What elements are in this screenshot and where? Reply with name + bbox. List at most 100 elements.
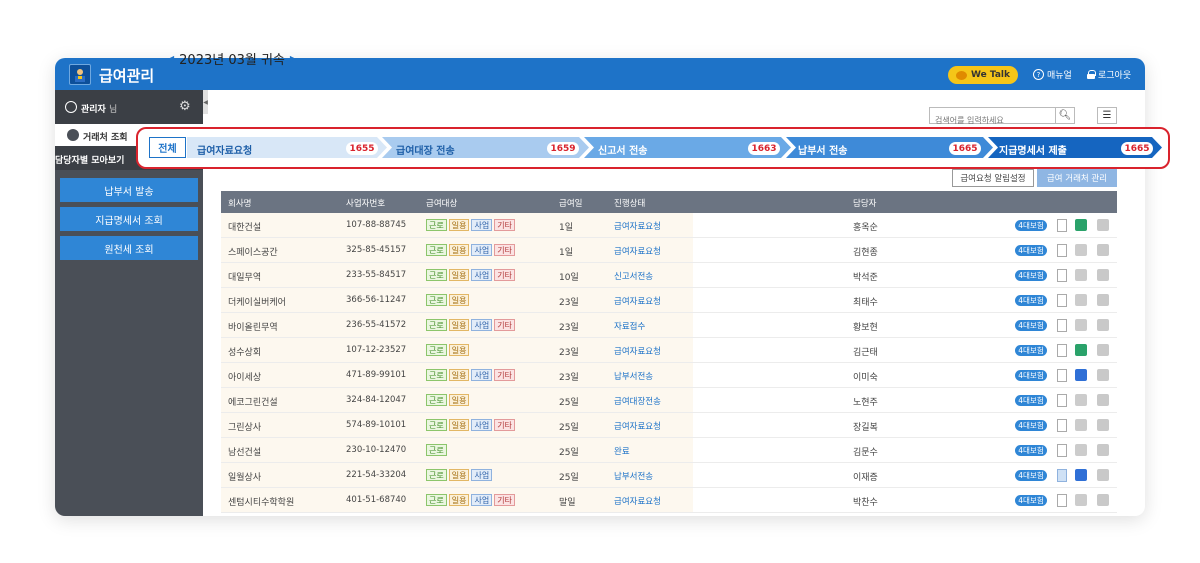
company-name[interactable]: 바이올린무역	[228, 320, 278, 333]
insurance-badge[interactable]: 4대보험	[1015, 245, 1047, 256]
status-link[interactable]: 신고서전송	[614, 270, 653, 282]
chat-icon[interactable]	[1097, 344, 1109, 356]
company-name[interactable]: 성수상회	[228, 345, 261, 358]
prev-period-icon[interactable]: ◀	[168, 54, 174, 63]
list-view-icon[interactable]: ☰	[1097, 107, 1117, 124]
gear-icon[interactable]: ⚙	[179, 99, 191, 114]
chat-icon[interactable]	[1097, 444, 1109, 456]
document-icon[interactable]	[1057, 394, 1067, 407]
company-name[interactable]: 에코그린건설	[228, 395, 278, 408]
chat-icon[interactable]	[1097, 494, 1109, 506]
insurance-badge[interactable]: 4대보험	[1015, 445, 1047, 456]
app-status-icon[interactable]	[1075, 469, 1087, 481]
company-name[interactable]: 스페이스공간	[228, 245, 278, 258]
status-link[interactable]: 급여대장전송	[614, 395, 661, 407]
chat-icon[interactable]	[1097, 469, 1109, 481]
company-name[interactable]: 일월상사	[228, 470, 261, 483]
search-input[interactable]	[930, 113, 1054, 128]
app-status-icon[interactable]	[1075, 319, 1087, 331]
status-link[interactable]: 급여자료요청	[614, 420, 661, 432]
status-link[interactable]: 완료	[614, 445, 630, 457]
notify-settings-button[interactable]: 급여요청 알림설정	[952, 169, 1034, 187]
chat-icon[interactable]	[1097, 244, 1109, 256]
filter-all-button[interactable]: 전체	[149, 137, 186, 158]
table-row[interactable]: 성수상회 107-12-23527 근로 일용 23일 급여자료요청 김근태 4대보험	[221, 338, 1117, 363]
table-row[interactable]: 대일무역 233-55-84517 근로 일용 사업 기타 10일 신고서전송 박석준 4대보험	[221, 263, 1117, 288]
app-status-icon[interactable]	[1075, 219, 1087, 231]
next-period-icon[interactable]: ▶	[290, 54, 296, 63]
manual-link[interactable]: ? 매뉴얼	[1033, 68, 1072, 81]
app-status-icon[interactable]	[1075, 444, 1087, 456]
table-row[interactable]: 그린상사 574-89-10101 근로 일용 사업 기타 25일 급여자료요청 장길복 4대보험	[221, 413, 1117, 438]
chat-icon[interactable]	[1097, 269, 1109, 281]
table-row[interactable]: 더케이실버케어 366-56-11247 근로 일용 23일 급여자료요청 최태수 4대보험	[221, 288, 1117, 313]
table-row[interactable]: 에코그린건설 324-84-12047 근로 일용 25일 급여대장전송 노현주 4대보험	[221, 388, 1117, 413]
insurance-badge[interactable]: 4대보험	[1015, 470, 1047, 481]
document-icon[interactable]	[1057, 294, 1067, 307]
document-icon[interactable]	[1057, 494, 1067, 507]
company-name[interactable]: 대일무역	[228, 270, 261, 283]
document-icon[interactable]	[1057, 219, 1067, 232]
search-icon[interactable]: 🔍︎	[1055, 108, 1074, 123]
company-name[interactable]: 남선건설	[228, 445, 261, 458]
payment-statement-button[interactable]: 지급명세서 조회	[60, 207, 198, 231]
table-row[interactable]: 남선건설 230-10-12470 근로 25일 완료 김문수 4대보험	[221, 438, 1117, 463]
wetalk-button[interactable]: We Talk	[948, 66, 1018, 84]
insurance-badge[interactable]: 4대보험	[1015, 320, 1047, 331]
table-row[interactable]: 바이올린무역 236-55-41572 근로 일용 사업 기타 23일 자료접수 황보현 4대보험	[221, 313, 1117, 338]
company-name[interactable]: 더케이실버케어	[228, 295, 286, 308]
logout-link[interactable]: 로그아웃	[1087, 68, 1131, 81]
status-link[interactable]: 자료접수	[614, 320, 645, 332]
chat-icon[interactable]	[1097, 319, 1109, 331]
chat-icon[interactable]	[1097, 369, 1109, 381]
insurance-badge[interactable]: 4대보험	[1015, 370, 1047, 381]
chat-icon[interactable]	[1097, 419, 1109, 431]
status-link[interactable]: 납부서전송	[614, 370, 653, 382]
chat-icon[interactable]	[1097, 219, 1109, 231]
status-link[interactable]: 납부서전송	[614, 470, 653, 482]
status-link[interactable]: 급여자료요청	[614, 345, 661, 357]
company-name[interactable]: 아이세상	[228, 370, 261, 383]
chat-icon[interactable]	[1097, 394, 1109, 406]
insurance-badge[interactable]: 4대보험	[1015, 270, 1047, 281]
document-icon[interactable]	[1057, 269, 1067, 282]
table-row[interactable]: 센텀시티수학학원 401-51-68740 근로 일용 사업 기타 말일 급여자료요청 박찬수 4…	[221, 488, 1117, 513]
client-manage-button[interactable]: 급여 거래처 관리	[1037, 169, 1117, 187]
chat-icon[interactable]	[1097, 294, 1109, 306]
table-row[interactable]: 일월상사 221-54-33204 근로 일용 사업 25일 납부서전송 이재증 4대보험	[221, 463, 1117, 488]
document-icon[interactable]	[1057, 419, 1067, 432]
insurance-badge[interactable]: 4대보험	[1015, 345, 1047, 356]
document-icon[interactable]	[1057, 319, 1067, 332]
table-row[interactable]: 대한건설 107-88-88745 근로 일용 사업 기타 1일 급여자료요청 홍옥순 4대보험	[221, 213, 1117, 238]
insurance-badge[interactable]: 4대보험	[1015, 295, 1047, 306]
document-icon[interactable]	[1057, 344, 1067, 357]
document-icon[interactable]	[1057, 244, 1067, 257]
app-status-icon[interactable]	[1075, 244, 1087, 256]
document-icon[interactable]	[1057, 444, 1067, 457]
status-link[interactable]: 급여자료요청	[614, 495, 661, 507]
insurance-badge[interactable]: 4대보험	[1015, 395, 1047, 406]
app-status-icon[interactable]	[1075, 344, 1087, 356]
insurance-badge[interactable]: 4대보험	[1015, 220, 1047, 231]
insurance-badge[interactable]: 4대보험	[1015, 495, 1047, 506]
app-status-icon[interactable]	[1075, 419, 1087, 431]
status-link[interactable]: 급여자료요청	[614, 245, 661, 257]
insurance-badge[interactable]: 4대보험	[1015, 420, 1047, 431]
status-link[interactable]: 급여자료요청	[614, 295, 661, 307]
sidebar-collapse-handle[interactable]: ◀	[203, 90, 208, 114]
send-payment-slip-button[interactable]: 납부서 발송	[60, 178, 198, 202]
company-name[interactable]: 대한건설	[228, 220, 261, 233]
company-name[interactable]: 센텀시티수학학원	[228, 495, 294, 508]
app-status-icon[interactable]	[1075, 494, 1087, 506]
app-status-icon[interactable]	[1075, 294, 1087, 306]
app-status-icon[interactable]	[1075, 369, 1087, 381]
withholding-tax-button[interactable]: 원천세 조회	[60, 236, 198, 260]
app-status-icon[interactable]	[1075, 394, 1087, 406]
status-link[interactable]: 급여자료요청	[614, 220, 661, 232]
table-row[interactable]: 스페이스공간 325-85-45157 근로 일용 사업 기타 1일 급여자료요청 김현종 4대보…	[221, 238, 1117, 263]
company-name[interactable]: 그린상사	[228, 420, 261, 433]
document-icon[interactable]	[1057, 369, 1067, 382]
document-icon[interactable]	[1057, 469, 1067, 482]
app-status-icon[interactable]	[1075, 269, 1087, 281]
table-row[interactable]: 아이세상 471-89-99101 근로 일용 사업 기타 23일 납부서전송 이미숙 4대보험	[221, 363, 1117, 388]
